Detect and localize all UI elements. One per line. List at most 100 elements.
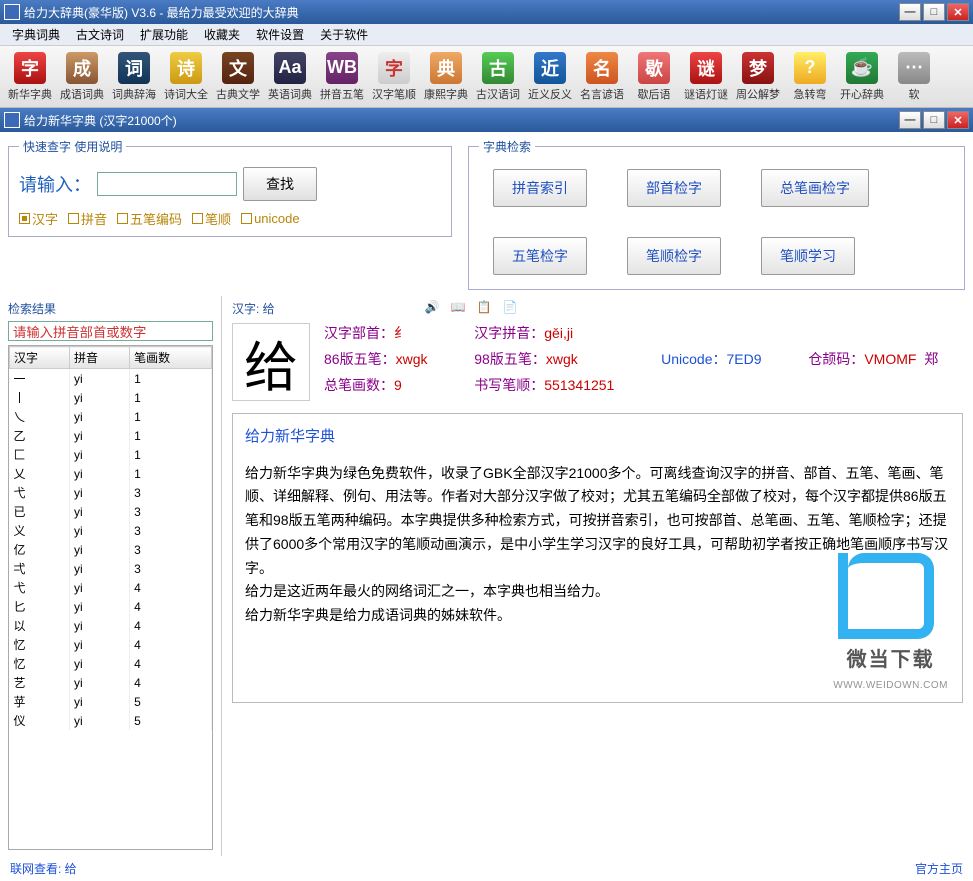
toolbar-icon: ⋯ bbox=[898, 52, 930, 84]
menu-3[interactable]: 收藏夹 bbox=[196, 24, 248, 45]
radio-unicode[interactable]: unicode bbox=[241, 209, 300, 228]
description-box[interactable]: 给力新华字典 给力新华字典为绿色免费软件，收录了GBK全部汉字21000多个。可… bbox=[232, 413, 963, 703]
index-btn-笔顺学习[interactable]: 笔顺学习 bbox=[761, 237, 855, 275]
table-row[interactable]: 艺yi4 bbox=[10, 673, 212, 692]
toolbar-近义反义[interactable]: 近近义反义 bbox=[524, 50, 576, 104]
radio-笔顺[interactable]: 笔顺 bbox=[192, 209, 231, 228]
table-row[interactable]: 一yi1 bbox=[10, 369, 212, 389]
toolbar-词典辞海[interactable]: 词词典辞海 bbox=[108, 50, 160, 104]
radical-label: 汉字部首： bbox=[324, 325, 394, 341]
footer-homepage-link[interactable]: 官方主页 bbox=[915, 860, 963, 877]
child-maximize-button[interactable]: □ bbox=[923, 111, 945, 129]
toolbar-英语词典[interactable]: Aa英语词典 bbox=[264, 50, 316, 104]
toolbar-名言谚语[interactable]: 名名言谚语 bbox=[576, 50, 628, 104]
cell: 3 bbox=[130, 540, 212, 559]
toolbar-label: 歇后语 bbox=[638, 86, 671, 102]
child-close-button[interactable]: ✕ bbox=[947, 111, 969, 129]
toolbar-新华字典[interactable]: 字新华字典 bbox=[4, 50, 56, 104]
cell: yi bbox=[70, 711, 130, 730]
table-row[interactable]: 以yi4 bbox=[10, 616, 212, 635]
wb86-label: 86版五笔： bbox=[324, 351, 396, 367]
toolbar-古典文学[interactable]: 文古典文学 bbox=[212, 50, 264, 104]
table-row[interactable]: 忆yi4 bbox=[10, 654, 212, 673]
footer-online-link[interactable]: 联网查看: 给 bbox=[10, 860, 77, 877]
col-header[interactable]: 笔画数 bbox=[130, 347, 212, 369]
search-input[interactable] bbox=[97, 172, 237, 196]
table-row[interactable]: 已yi3 bbox=[10, 502, 212, 521]
cell: 4 bbox=[130, 673, 212, 692]
radio-五笔编码[interactable]: 五笔编码 bbox=[117, 209, 182, 228]
index-btn-部首检字[interactable]: 部首检字 bbox=[627, 169, 721, 207]
table-row[interactable]: 仪yi5 bbox=[10, 711, 212, 730]
radio-汉字[interactable]: 汉字 bbox=[19, 209, 58, 228]
toolbar-label: 拼音五笔 bbox=[320, 86, 364, 102]
menu-1[interactable]: 古文诗词 bbox=[68, 24, 132, 45]
table-row[interactable]: 弌yi3 bbox=[10, 559, 212, 578]
cell: yi bbox=[70, 654, 130, 673]
index-btn-总笔画检字[interactable]: 总笔画检字 bbox=[761, 169, 869, 207]
minimize-button[interactable]: — bbox=[899, 3, 921, 21]
toolbar-周公解梦[interactable]: 梦周公解梦 bbox=[732, 50, 784, 104]
find-button[interactable]: 查找 bbox=[243, 167, 317, 201]
action-icons: 🔊 📖 📋 📄 bbox=[425, 300, 519, 316]
cell: yi bbox=[70, 635, 130, 654]
table-row[interactable]: 乂yi1 bbox=[10, 464, 212, 483]
index-btn-拼音索引[interactable]: 拼音索引 bbox=[493, 169, 587, 207]
table-row[interactable]: 弋yi3 bbox=[10, 483, 212, 502]
toolbar-成语词典[interactable]: 成成语词典 bbox=[56, 50, 108, 104]
table-row[interactable]: 丨yi1 bbox=[10, 388, 212, 407]
table-row[interactable]: 苸yi5 bbox=[10, 692, 212, 711]
toolbar-急转弯[interactable]: ?急转弯 bbox=[784, 50, 836, 104]
toolbar-开心辞典[interactable]: ☕开心辞典 bbox=[836, 50, 888, 104]
table-row[interactable]: 义yi3 bbox=[10, 521, 212, 540]
menu-4[interactable]: 软件设置 bbox=[248, 24, 312, 45]
toolbar-汉字笔顺[interactable]: 字汉字笔顺 bbox=[368, 50, 420, 104]
col-header[interactable]: 拼音 bbox=[70, 347, 130, 369]
toolbar-icon: 古 bbox=[482, 52, 514, 84]
maximize-button[interactable]: □ bbox=[923, 3, 945, 21]
toolbar-icon: 名 bbox=[586, 52, 618, 84]
toolbar-康熙字典[interactable]: 典康熙字典 bbox=[420, 50, 472, 104]
toolbar-歇后语[interactable]: 歇歇后语 bbox=[628, 50, 680, 104]
cell: 4 bbox=[130, 654, 212, 673]
paste-icon[interactable]: 📄 bbox=[503, 300, 519, 316]
table-row[interactable]: 乙yi1 bbox=[10, 426, 212, 445]
speaker-icon[interactable]: 🔊 bbox=[425, 300, 441, 316]
toolbar-谜语灯谜[interactable]: 谜谜语灯谜 bbox=[680, 50, 732, 104]
table-row[interactable]: 忆yi4 bbox=[10, 635, 212, 654]
table-row[interactable]: 乀yi1 bbox=[10, 407, 212, 426]
results-table-wrap[interactable]: 汉字拼音笔画数 一yi1丨yi1乀yi1乙yi1匚yi1乂yi1弋yi3已yi3… bbox=[8, 345, 213, 850]
child-minimize-button[interactable]: — bbox=[899, 111, 921, 129]
cell: yi bbox=[70, 483, 130, 502]
toolbar-label: 词典辞海 bbox=[112, 86, 156, 102]
table-row[interactable]: 匚yi1 bbox=[10, 445, 212, 464]
radio-拼音[interactable]: 拼音 bbox=[68, 209, 107, 228]
menu-2[interactable]: 扩展功能 bbox=[132, 24, 196, 45]
index-btn-笔顺检字[interactable]: 笔顺检字 bbox=[627, 237, 721, 275]
index-btn-五笔检字[interactable]: 五笔检字 bbox=[493, 237, 587, 275]
cangjie-value: VMOMF bbox=[864, 351, 916, 367]
radio-box-icon bbox=[117, 213, 128, 224]
char-header-label: 汉字: 给 bbox=[232, 300, 275, 317]
toolbar-诗词大全[interactable]: 诗诗词大全 bbox=[160, 50, 212, 104]
toolbar-古汉语词[interactable]: 古古汉语词 bbox=[472, 50, 524, 104]
results-filter-input[interactable] bbox=[8, 321, 213, 341]
book-icon[interactable]: 📖 bbox=[451, 300, 467, 316]
menu-5[interactable]: 关于软件 bbox=[312, 24, 376, 45]
table-row[interactable]: 弋yi4 bbox=[10, 578, 212, 597]
radio-label: 汉字 bbox=[32, 209, 58, 228]
col-header[interactable]: 汉字 bbox=[10, 347, 70, 369]
cell: 1 bbox=[130, 426, 212, 445]
radio-box-icon bbox=[19, 213, 30, 224]
toolbar-拼音五笔[interactable]: WB拼音五笔 bbox=[316, 50, 368, 104]
table-row[interactable]: 亿yi3 bbox=[10, 540, 212, 559]
toolbar-label: 康熙字典 bbox=[424, 86, 468, 102]
menu-0[interactable]: 字典词典 bbox=[4, 24, 68, 45]
table-row[interactable]: 匕yi4 bbox=[10, 597, 212, 616]
close-button[interactable]: ✕ bbox=[947, 3, 969, 21]
toolbar-icon: Aa bbox=[274, 52, 306, 84]
cell: 5 bbox=[130, 711, 212, 730]
toolbar-软[interactable]: ⋯软 bbox=[888, 50, 940, 104]
copy-icon[interactable]: 📋 bbox=[477, 300, 493, 316]
cell: 乂 bbox=[10, 464, 70, 483]
